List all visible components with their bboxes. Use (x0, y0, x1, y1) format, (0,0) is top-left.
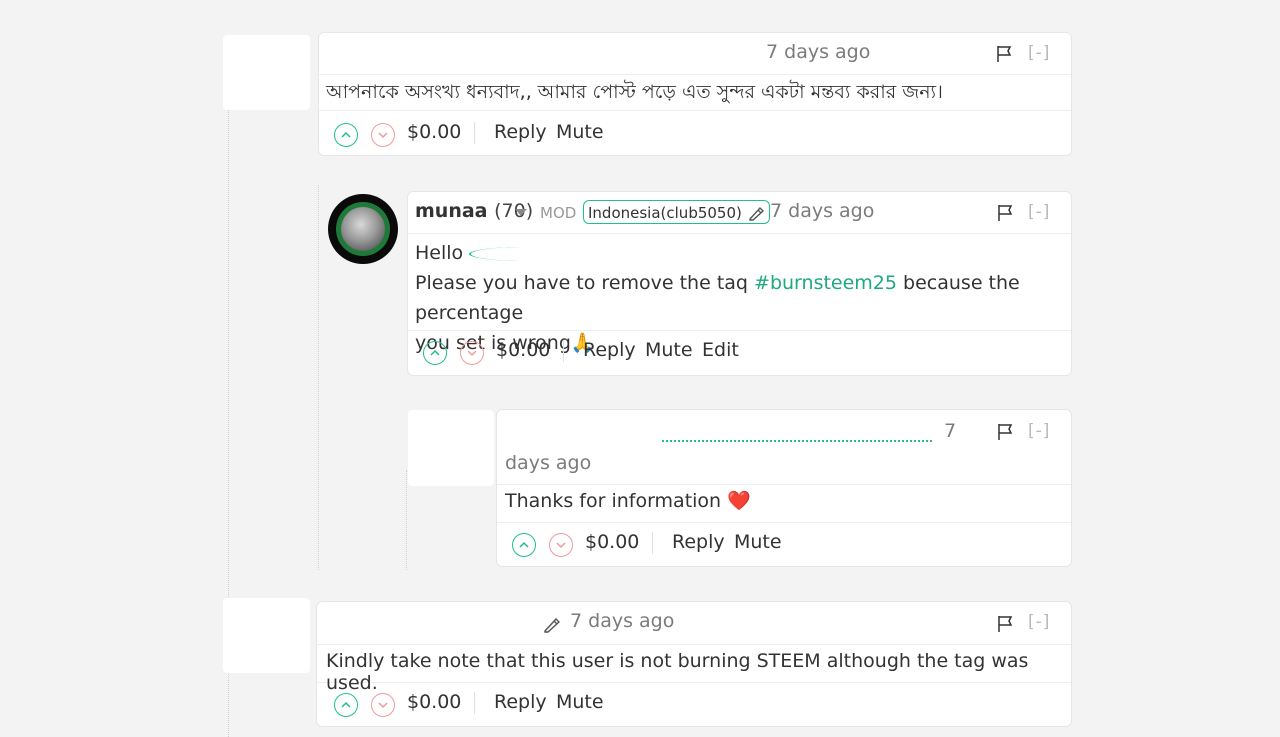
comment-card: munaa (70) MOD Indonesia(club5050) 7 day… (407, 191, 1072, 376)
body-text: Please you have to remove the taq (415, 272, 755, 294)
mute-button[interactable]: Mute (645, 339, 693, 361)
downvote-icon[interactable] (460, 341, 484, 365)
reply-button[interactable]: Reply (494, 691, 547, 713)
comment-card: 7 days ago [-] আপনাকে অসংখ্য ধন্যবাদ,, আ… (318, 32, 1072, 156)
mute-button[interactable]: Mute (556, 121, 604, 143)
reply-button[interactable]: Reply (583, 339, 636, 361)
collapse-toggle[interactable]: [-] (1028, 421, 1050, 441)
divider (474, 692, 475, 714)
downvote-icon[interactable] (371, 693, 395, 717)
thread-line (318, 185, 319, 570)
reply-button[interactable]: Reply (494, 121, 547, 143)
greeting-line: Hello (415, 238, 1064, 268)
edit-button[interactable]: Edit (702, 339, 739, 361)
collapse-toggle[interactable]: [-] (1028, 43, 1050, 63)
flag-icon[interactable] (996, 423, 1014, 441)
avatar-placeholder (223, 35, 310, 110)
heart-emoji: ❤️ (727, 490, 751, 512)
comment-timestamp[interactable]: 7 days ago (570, 610, 674, 632)
comment-text: Please you have to remove the taq #burns… (415, 268, 1064, 328)
comment-body: Kindly take note that this user is not b… (317, 645, 1071, 694)
comment-footer: $0.00 Reply Mute (319, 111, 1071, 155)
author-username[interactable]: munaa (415, 200, 488, 222)
divider (563, 340, 564, 362)
mention-placeholder[interactable] (469, 247, 581, 261)
author-placeholder[interactable] (662, 440, 932, 445)
payout-value[interactable]: $0.00 (585, 531, 639, 553)
comment-header: 7 days ago [-] (497, 410, 1071, 485)
pencil-icon (544, 617, 561, 633)
comment-header: 7 days ago [-] (317, 602, 1071, 645)
pencil-icon (748, 206, 764, 221)
payout-value[interactable]: $0.00 (407, 121, 461, 143)
downvote-icon[interactable] (371, 123, 395, 147)
upvote-icon[interactable] (512, 533, 536, 557)
author-reputation: (70) (494, 200, 534, 222)
role-badge: MOD (540, 204, 577, 222)
flag-icon[interactable] (995, 45, 1013, 63)
flag-icon[interactable] (996, 204, 1014, 222)
comment-header: 7 days ago [-] (319, 33, 1071, 75)
reply-button[interactable]: Reply (672, 531, 725, 553)
divider (474, 122, 475, 144)
dropdown-caret-icon[interactable] (515, 209, 527, 217)
comment-body: আপনাকে অসংখ্য ধন্যবাদ,, আমার পোস্ট পড়ে … (319, 75, 1071, 111)
avatar-placeholder (223, 598, 310, 673)
payout-value[interactable]: $0.00 (407, 691, 461, 713)
divider (652, 532, 653, 554)
avatar[interactable] (328, 194, 398, 264)
payout-value[interactable]: $0.00 (496, 339, 550, 361)
comment-timestamp-cont[interactable]: days ago (505, 452, 591, 474)
comment-card: 7 days ago [-] Kindly take note that thi… (316, 601, 1072, 727)
community-badge[interactable]: Indonesia(club5050) (583, 200, 770, 224)
avatar-placeholder (408, 410, 494, 486)
collapse-toggle[interactable]: [-] (1028, 612, 1050, 632)
collapse-toggle[interactable]: [-] (1028, 202, 1050, 222)
comment-text: আপনাকে অসংখ্য ধন্যবাদ,, আমার পোস্ট পড়ে … (326, 81, 943, 103)
mute-button[interactable]: Mute (556, 691, 604, 713)
comment-body: Thanks for information ❤️ (497, 485, 1071, 523)
comment-footer: $0.00 Reply Mute (317, 683, 1071, 727)
comment-card: 7 days ago [-] Thanks for information ❤️… (496, 409, 1072, 567)
community-name[interactable]: Indonesia(club5050) (588, 204, 742, 222)
comment-body: Hello Please you have to remove the taq … (408, 234, 1071, 354)
comment-text: Thanks for information (505, 490, 722, 512)
comment-timestamp[interactable]: 7 days ago (770, 200, 874, 222)
comment-footer: $0.00 Reply Mute (497, 523, 1071, 567)
comment-timestamp[interactable]: 7 (944, 420, 956, 442)
hashtag-link[interactable]: #burnsteem25 (754, 272, 897, 294)
upvote-icon[interactable] (334, 123, 358, 147)
comment-header: munaa (70) MOD Indonesia(club5050) 7 day… (408, 192, 1071, 234)
upvote-icon[interactable] (334, 693, 358, 717)
thread-line (406, 470, 407, 570)
upvote-icon[interactable] (423, 341, 447, 365)
flag-icon[interactable] (996, 615, 1014, 633)
mute-button[interactable]: Mute (734, 531, 782, 553)
downvote-icon[interactable] (549, 533, 573, 557)
avatar-photo (341, 207, 385, 251)
comment-footer: $0.00 Reply Mute Edit (408, 331, 1071, 375)
comment-timestamp[interactable]: 7 days ago (766, 41, 870, 63)
greeting-text: Hello (415, 242, 464, 264)
